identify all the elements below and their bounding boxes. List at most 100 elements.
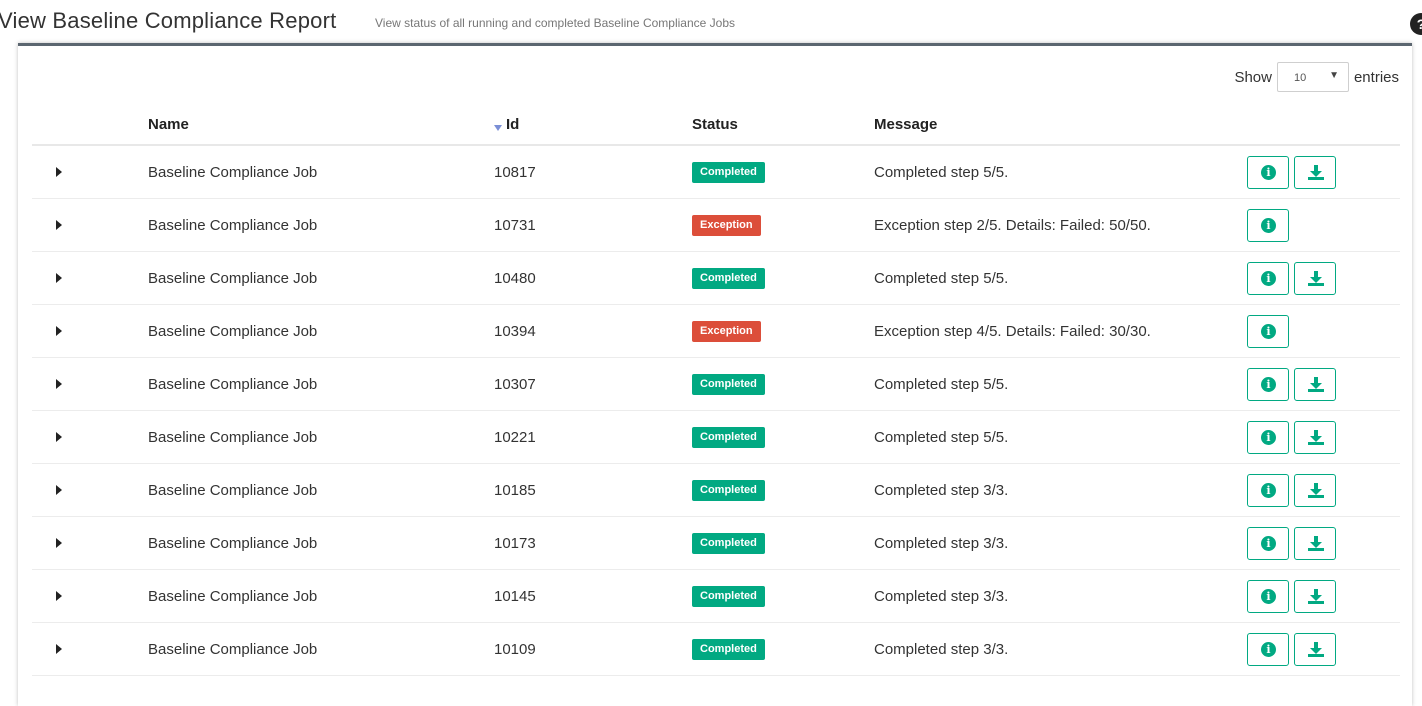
download-button[interactable] <box>1294 367 1336 401</box>
caret-right-icon <box>56 643 62 654</box>
info-button[interactable]: i <box>1247 314 1289 348</box>
row-actions: i <box>1247 304 1400 358</box>
row-expand-toggle[interactable] <box>32 304 148 358</box>
column-header-expand <box>32 104 148 146</box>
row-expand-toggle[interactable] <box>32 622 148 676</box>
job-id-cell: 10145 <box>494 569 692 623</box>
job-status-cell: Completed <box>692 516 874 570</box>
row-expand-toggle[interactable] <box>32 463 148 517</box>
download-icon-glyph <box>1308 164 1324 180</box>
download-icon-glyph <box>1308 270 1324 286</box>
info-button[interactable]: i <box>1247 155 1289 189</box>
job-status-cell: Completed <box>692 410 874 464</box>
info-button[interactable]: i <box>1247 208 1289 242</box>
job-id-cell: 10394 <box>494 304 692 358</box>
row-expand-toggle[interactable] <box>32 569 148 623</box>
row-actions: i <box>1247 145 1400 199</box>
entries-select[interactable]: 10 ▼ <box>1276 62 1349 92</box>
row-actions: i <box>1247 516 1400 570</box>
status-badge: Completed <box>692 426 765 448</box>
job-id-cell: 10817 <box>494 145 692 199</box>
info-icon: i <box>1261 217 1276 233</box>
job-name-cell: Baseline Compliance Job <box>148 569 494 623</box>
info-button[interactable]: i <box>1247 261 1289 295</box>
jobs-table-body: Baseline Compliance Job 10817 Completed Com… <box>32 145 1400 676</box>
page-title: View Baseline Compliance Report <box>0 8 337 33</box>
download-button[interactable] <box>1294 473 1336 507</box>
job-name-cell: Baseline Compliance Job <box>148 357 494 411</box>
job-name-cell: Baseline Compliance Job <box>148 622 494 676</box>
caret-right-icon <box>56 537 62 548</box>
status-badge: Completed <box>692 479 765 501</box>
table-header-row: Name Id Status Message <box>32 104 1400 146</box>
job-status-cell: Exception <box>692 198 874 252</box>
column-header-id[interactable]: Id <box>494 104 692 146</box>
table-row: Baseline Compliance Job 10145 Completed Com… <box>32 569 1400 623</box>
job-id-cell: 10480 <box>494 251 692 305</box>
job-message-cell: Completed step 3/3. <box>874 516 1247 570</box>
download-button[interactable] <box>1294 261 1336 295</box>
table-row: Baseline Compliance Job 10185 Completed Com… <box>32 463 1400 517</box>
info-button[interactable]: i <box>1247 367 1289 401</box>
caret-right-icon <box>56 484 62 495</box>
job-status-cell: Completed <box>692 569 874 623</box>
job-message-cell: Completed step 5/5. <box>874 251 1247 305</box>
column-header-message[interactable]: Message <box>874 104 1247 146</box>
row-expand-toggle[interactable] <box>32 251 148 305</box>
info-button[interactable]: i <box>1247 473 1289 507</box>
entries-select-value: 10 <box>1293 72 1307 84</box>
column-header-status-label: Status <box>692 115 738 133</box>
report-panel: Show 10 ▼ entries Name Id Status Message <box>18 43 1412 706</box>
job-message-cell: Completed step 5/5. <box>874 145 1247 199</box>
status-badge: Completed <box>692 585 765 607</box>
table-row: Baseline Compliance Job 10480 Completed Com… <box>32 251 1400 305</box>
download-button[interactable] <box>1294 526 1336 560</box>
row-actions: i <box>1247 410 1400 464</box>
job-status-cell: Completed <box>692 145 874 199</box>
column-header-status[interactable]: Status <box>692 104 874 146</box>
job-id-cell: 10173 <box>494 516 692 570</box>
status-badge: Completed <box>692 638 765 660</box>
job-status-cell: Exception <box>692 304 874 358</box>
download-icon-glyph <box>1308 482 1324 498</box>
help-icon[interactable]: ? <box>1410 13 1422 35</box>
download-button[interactable] <box>1294 579 1336 613</box>
table-row: Baseline Compliance Job 10109 Completed Com… <box>32 622 1400 676</box>
info-icon: i <box>1261 270 1276 286</box>
column-header-actions <box>1247 104 1400 146</box>
column-header-name-label: Name <box>148 115 189 133</box>
page-header: View Baseline Compliance Report View sta… <box>0 8 1422 42</box>
caret-right-icon <box>56 166 62 177</box>
download-icon-glyph <box>1308 641 1324 657</box>
row-expand-toggle[interactable] <box>32 198 148 252</box>
status-badge: Completed <box>692 532 765 554</box>
caret-right-icon <box>56 325 62 336</box>
job-message-cell: Completed step 3/3. <box>874 569 1247 623</box>
row-expand-toggle[interactable] <box>32 357 148 411</box>
info-button[interactable]: i <box>1247 420 1289 454</box>
download-button[interactable] <box>1294 155 1336 189</box>
table-row: Baseline Compliance Job 10731 Exception Exc… <box>32 198 1400 252</box>
status-badge: Completed <box>692 161 765 183</box>
row-expand-toggle[interactable] <box>32 516 148 570</box>
column-header-name[interactable]: Name <box>148 104 494 146</box>
info-button[interactable]: i <box>1247 632 1289 666</box>
job-name-cell: Baseline Compliance Job <box>148 516 494 570</box>
info-button[interactable]: i <box>1247 579 1289 613</box>
row-actions: i <box>1247 357 1400 411</box>
row-expand-toggle[interactable] <box>32 410 148 464</box>
entries-length-control: Show 10 ▼ entries <box>1234 60 1399 94</box>
column-header-message-label: Message <box>874 115 938 133</box>
row-actions: i <box>1247 251 1400 305</box>
column-header-id-label: Id <box>506 115 520 133</box>
table-row: Baseline Compliance Job 10173 Completed Com… <box>32 516 1400 570</box>
job-message-cell: Exception step 2/5. Details: Failed: 50/… <box>874 198 1247 252</box>
download-button[interactable] <box>1294 632 1336 666</box>
job-message-cell: Completed step 3/3. <box>874 463 1247 517</box>
table-row: Baseline Compliance Job 10307 Completed Com… <box>32 357 1400 411</box>
info-button[interactable]: i <box>1247 526 1289 560</box>
row-actions: i <box>1247 198 1400 252</box>
row-expand-toggle[interactable] <box>32 145 148 199</box>
page-subtitle: View status of all running and completed… <box>375 16 735 30</box>
download-button[interactable] <box>1294 420 1336 454</box>
